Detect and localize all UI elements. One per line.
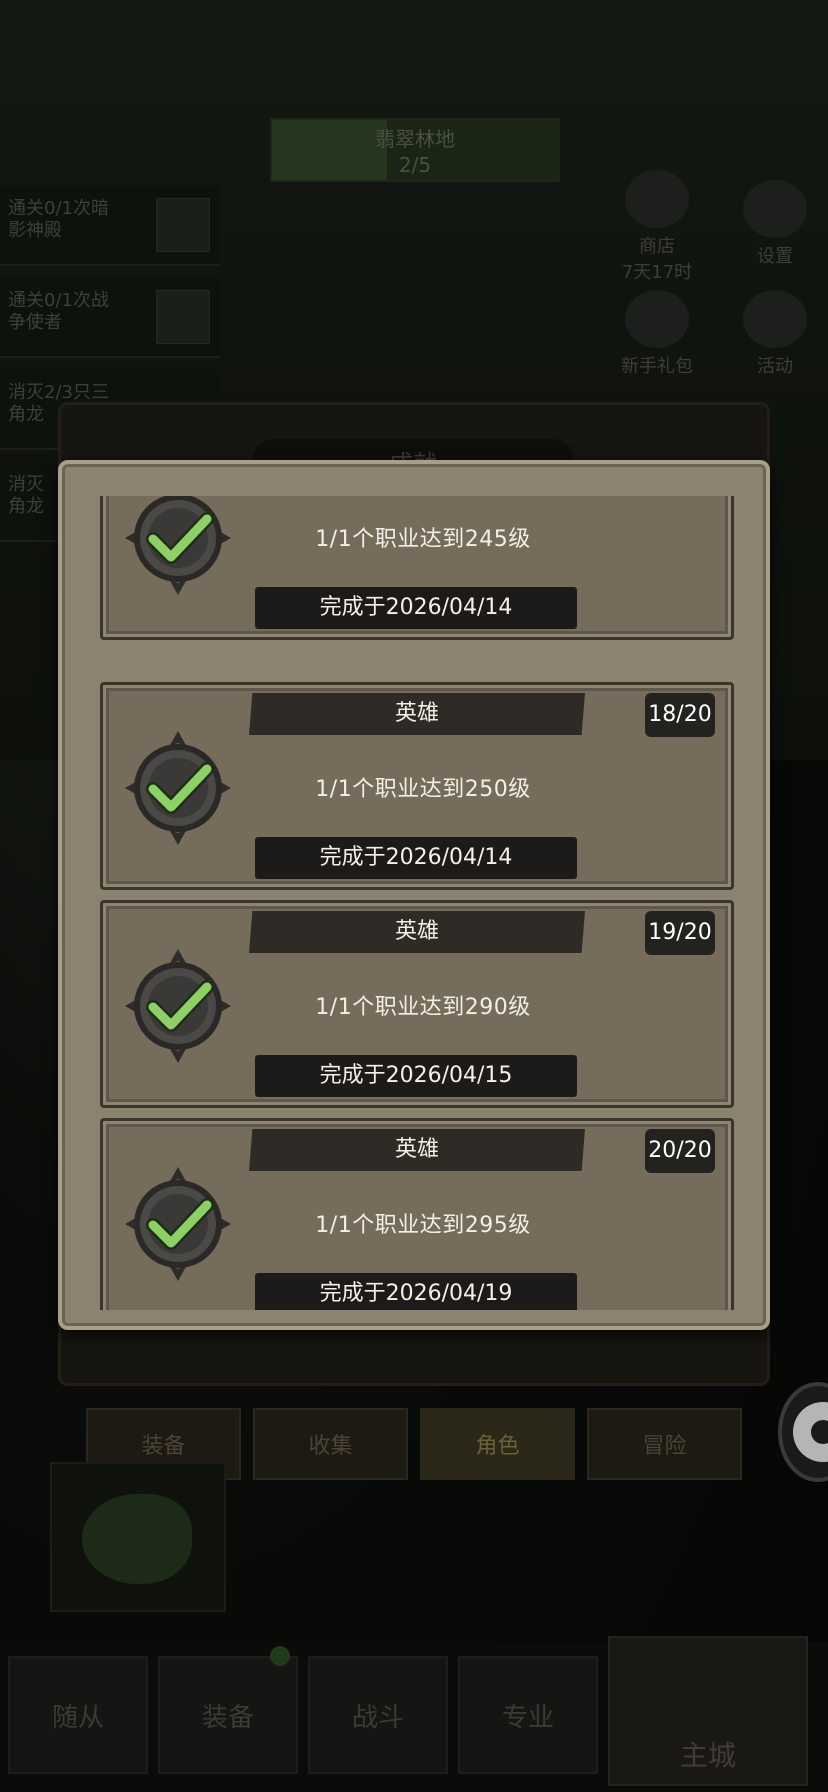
settings-label: 设置 [757,246,793,267]
quest-reward-slot [156,290,210,344]
achievement-card: 1/1个职业达到245级 完成于2026/04/14 [100,496,734,640]
stage-name: 翡翠林地 [375,127,455,151]
achievement-list[interactable]: 1/1个职业达到245级 完成于2026/04/14 英雄 18/20 1/1个… [100,496,736,1310]
completion-date: 完成于2026/04/14 [255,587,577,629]
quest-item: 通关0/1次战 争使者 [0,278,220,358]
checkmark-badge-icon [125,949,231,1063]
achievement-card: 英雄 20/20 1/1个职业达到295级 完成于2026/04/19 [100,1118,734,1310]
achievement-card: 英雄 19/20 1/1个职业达到290级 完成于2026/04/15 [100,900,734,1108]
quest-item: 通关0/1次暗 影神殿 [0,186,220,266]
tab-character[interactable]: 角色 [420,1408,575,1480]
nav-battle[interactable]: 战斗 [308,1656,448,1774]
stage-progress: 2/5 [398,153,432,177]
checkmark-badge-icon [125,731,231,845]
tab-collection[interactable]: 收集 [253,1408,408,1480]
shop-label: 商店 [639,236,675,257]
achievement-modal: 1/1个职业达到245级 完成于2026/04/14 英雄 18/20 1/1个… [58,460,770,1330]
nav-main-city[interactable]: 主城 [608,1636,808,1786]
completion-date: 完成于2026/04/14 [255,837,577,879]
shop-timer: 7天17时 [621,262,693,283]
calendar-icon [743,290,807,348]
notification-dot [270,1646,290,1666]
checkmark-badge-icon [125,496,231,595]
achievement-description: 1/1个职业达到250级 [315,777,531,802]
completion-date: 完成于2026/04/19 [255,1273,577,1310]
achievement-description: 1/1个职业达到295级 [315,1213,531,1238]
dragon-icon [82,1494,192,1584]
shop-button: 商店 7天17时 [612,170,702,283]
gift-icon [625,290,689,348]
achievement-card: 英雄 18/20 1/1个职业达到250级 完成于2026/04/14 [100,682,734,890]
achievement-description: 1/1个职业达到290级 [315,995,531,1020]
achievement-description: 1/1个职业达到245级 [315,527,531,552]
achievement-count: 18/20 [645,693,715,737]
gear-icon [743,180,807,238]
gear-icon [793,1402,828,1462]
settings-top-button: 设置 [730,180,820,270]
events-button: 活动 [730,290,820,380]
quest-text: 消灭2/3只三 [8,382,109,403]
tab-adventure[interactable]: 冒险 [587,1408,742,1480]
starter-pack-label: 新手礼包 [621,356,693,377]
nav-followers[interactable]: 随从 [8,1656,148,1774]
rarity-label: 英雄 [249,693,585,735]
nav-equipment[interactable]: 装备 [158,1646,298,1774]
shop-icon [625,170,689,228]
bottom-navigation: 随从 装备 战斗 专业 主城 [0,1636,828,1792]
rarity-label: 英雄 [249,1129,585,1171]
stage-banner: 翡翠林地 2/5 [270,118,560,182]
completion-date: 完成于2026/04/15 [255,1055,577,1097]
achievement-count: 20/20 [645,1129,715,1173]
rarity-label: 英雄 [249,911,585,953]
checkmark-badge-icon [125,1167,231,1281]
events-label: 活动 [757,356,793,377]
quest-reward-slot [156,198,210,252]
pet-portrait [50,1462,226,1612]
nav-profession[interactable]: 专业 [458,1656,598,1774]
nav-equipment-label: 装备 [201,1702,254,1733]
achievement-count: 19/20 [645,911,715,955]
starter-pack-button: 新手礼包 [612,290,702,380]
